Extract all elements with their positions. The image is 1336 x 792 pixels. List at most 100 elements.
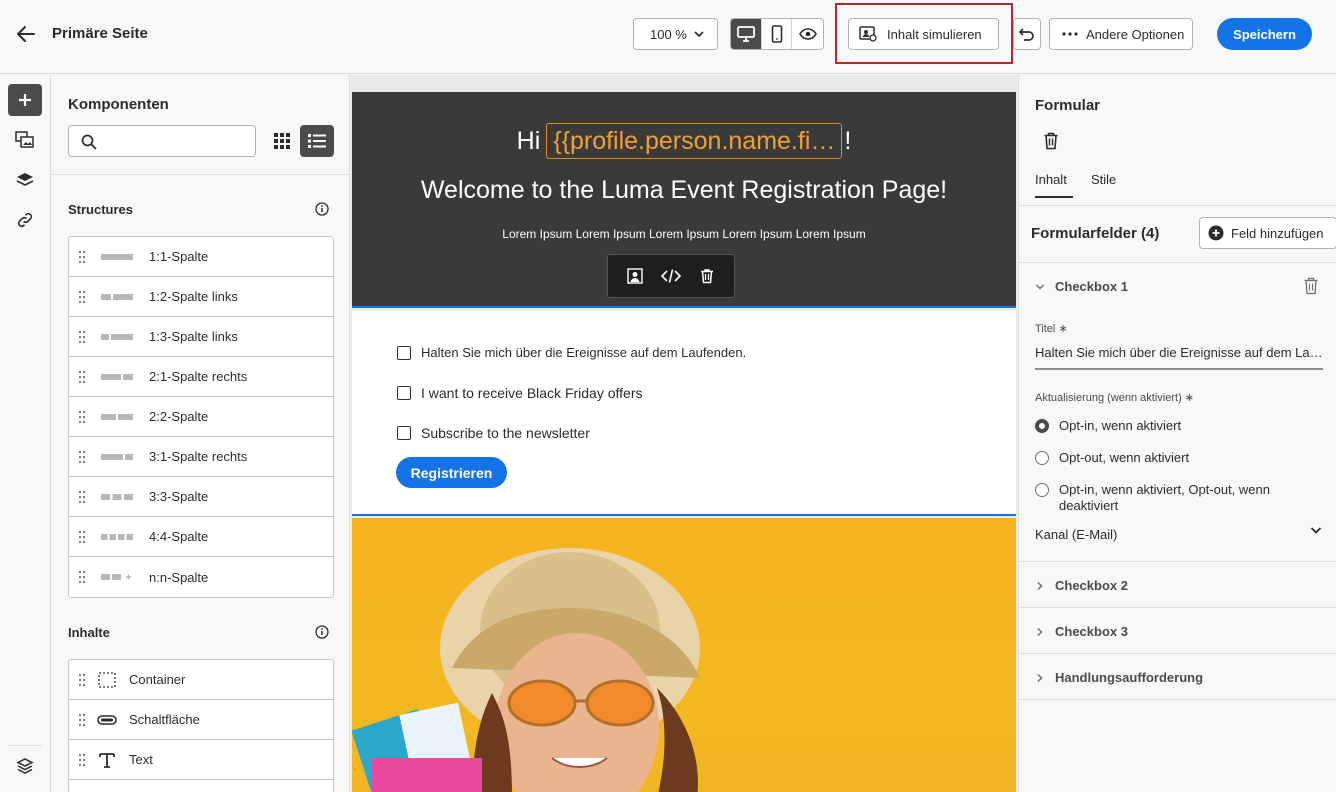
structure-item[interactable]: 2:2-Spalte (69, 397, 333, 437)
code-icon[interactable] (661, 268, 681, 284)
radio-option[interactable]: Opt-out, wenn aktiviert (1035, 450, 1189, 465)
four-four-column-icon (101, 534, 133, 540)
content-item[interactable]: Container (69, 660, 333, 700)
add-circle-icon (1208, 225, 1224, 241)
trash-icon[interactable] (1303, 277, 1319, 295)
hero-greeting: Hi (516, 126, 541, 155)
panel-divider (1019, 699, 1336, 700)
structure-item[interactable]: n:n-Spalte (69, 557, 333, 597)
structure-item[interactable]: 3:3-Spalte (69, 477, 333, 517)
info-icon[interactable] (315, 202, 329, 216)
hero-photo[interactable] (352, 518, 1016, 792)
checkbox2-accordion[interactable]: Checkbox 2 (1035, 578, 1128, 593)
content-item[interactable]: Text (69, 740, 333, 780)
structure-item[interactable]: 1:1-Spalte (69, 237, 333, 277)
radio-label: Opt-in, wenn aktiviert, Opt-out, wenn de… (1059, 482, 1270, 513)
panel-divider (1019, 561, 1336, 562)
simulate-content-button[interactable]: Inhalt simulieren (848, 18, 999, 50)
structure-label: 1:2-Spalte links (149, 289, 238, 304)
trash-icon[interactable] (699, 268, 715, 284)
desktop-view-button[interactable] (731, 19, 762, 49)
title-field-input[interactable]: Halten Sie mich über die Ereignisse auf … (1035, 345, 1323, 370)
form-checkbox-row[interactable]: Subscribe to the newsletter (397, 425, 590, 441)
drag-handle-icon[interactable] (78, 673, 86, 687)
assets-rail-button[interactable] (8, 124, 42, 156)
checkbox1-accordion[interactable]: Checkbox 1 (1035, 279, 1128, 294)
call-to-action-accordion[interactable]: Handlungsaufforderung (1035, 670, 1203, 685)
drag-handle-icon[interactable] (78, 530, 86, 544)
layers-rail-button[interactable] (8, 164, 42, 196)
drag-handle-icon[interactable] (78, 713, 86, 727)
drag-handle-icon[interactable] (78, 370, 86, 384)
form-checkbox-row[interactable]: I want to receive Black Friday offers (397, 385, 643, 401)
chevron-right-icon (1037, 581, 1043, 590)
form-section[interactable]: Halten Sie mich über die Ereignisse auf … (352, 310, 1016, 516)
required-mark: ∗ (1184, 392, 1195, 404)
checkbox3-accordion[interactable]: Checkbox 3 (1035, 624, 1128, 639)
checkbox[interactable] (397, 426, 411, 440)
structure-item[interactable]: 1:2-Spalte links (69, 277, 333, 317)
radio-label: Opt-in, wenn aktiviert (1059, 418, 1182, 433)
back-arrow-icon[interactable] (14, 22, 38, 46)
simulate-label: Inhalt simulieren (887, 26, 982, 42)
save-button[interactable]: Speichern (1217, 18, 1312, 50)
structure-item[interactable]: 3:1-Spalte rechts (69, 437, 333, 477)
form-checkbox-row[interactable]: Halten Sie mich über die Ereignisse auf … (397, 345, 746, 360)
drag-handle-icon[interactable] (78, 753, 86, 767)
checkbox[interactable] (397, 386, 411, 400)
checkbox-label: Halten Sie mich über die Ereignisse auf … (421, 345, 747, 360)
radio-button-selected[interactable] (1035, 419, 1049, 433)
radio-button[interactable] (1035, 483, 1049, 497)
chevron-down-icon[interactable] (1309, 523, 1323, 537)
structures-list: 1:1-Spalte 1:2-Spalte links 1:3-Spalte l… (68, 236, 334, 598)
content-item[interactable] (69, 780, 333, 792)
structure-item[interactable]: 4:4-Spalte (69, 517, 333, 557)
drag-handle-icon[interactable] (78, 250, 86, 264)
more-options-button[interactable]: Andere Optionen (1049, 18, 1193, 50)
drag-handle-icon[interactable] (78, 410, 86, 424)
drag-handle-icon[interactable] (78, 330, 86, 344)
chevron-down-icon (694, 31, 704, 38)
trash-icon[interactable] (1043, 132, 1059, 150)
structure-item[interactable]: 1:3-Spalte links (69, 317, 333, 357)
structure-item[interactable]: 2:1-Spalte rechts (69, 357, 333, 397)
mobile-view-button[interactable] (762, 19, 793, 49)
list-icon (308, 134, 326, 148)
button-icon (97, 715, 117, 725)
woman-with-ticket-illustration (352, 548, 700, 792)
structure-label: n:n-Spalte (149, 569, 209, 585)
drag-handle-icon[interactable] (78, 450, 86, 464)
zoom-select[interactable]: 100 % (633, 18, 718, 50)
info-icon[interactable] (315, 625, 329, 639)
register-button[interactable]: Registrieren (396, 457, 507, 488)
two-two-column-icon (101, 414, 133, 420)
personalization-token[interactable]: {{profile.person.name.fi… (546, 123, 843, 159)
radio-option[interactable]: Opt-in, wenn aktiviert, Opt-out, wenn de… (1035, 482, 1295, 514)
links-rail-button[interactable] (8, 204, 42, 236)
add-field-button[interactable]: Feld hinzufügen (1199, 217, 1336, 249)
plus-icon (19, 94, 31, 106)
list-view-button[interactable] (300, 125, 334, 157)
radio-button[interactable] (1035, 451, 1049, 465)
components-title: Komponenten (68, 96, 169, 113)
radio-option[interactable]: Opt-in, wenn aktiviert (1035, 418, 1181, 433)
preview-button[interactable] (792, 19, 823, 49)
components-search-input[interactable] (68, 125, 256, 157)
checkbox[interactable] (397, 345, 411, 360)
drag-handle-icon[interactable] (78, 290, 86, 304)
more-dots-icon (1062, 32, 1078, 36)
tab-styles[interactable]: Stile (1091, 172, 1116, 187)
personalize-icon[interactable] (627, 268, 643, 284)
drag-handle-icon[interactable] (78, 490, 86, 504)
undo-button[interactable] (1013, 18, 1041, 50)
app-window: Primäre Seite 100 % Inhalt simulieren An… (0, 0, 1336, 792)
tab-content[interactable]: Inhalt (1035, 172, 1067, 187)
one-two-column-icon (101, 294, 133, 300)
drag-handle-icon[interactable] (78, 570, 86, 584)
contents-list: Container Schaltfläche Text (68, 659, 334, 792)
grid-view-button[interactable] (266, 125, 298, 157)
layer-settings-rail-button[interactable] (8, 750, 42, 782)
hero-section[interactable]: Hi {{profile.person.name.fi… ! Welcome t… (352, 92, 1016, 308)
components-rail-button[interactable] (8, 84, 42, 116)
content-item[interactable]: Schaltfläche (69, 700, 333, 740)
